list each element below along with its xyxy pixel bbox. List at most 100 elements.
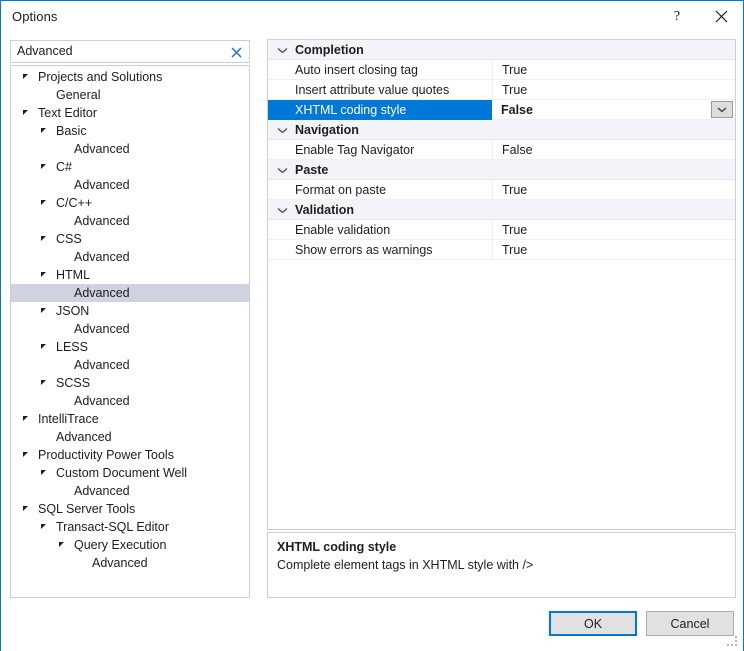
description-title: XHTML coding style — [277, 540, 397, 554]
tree-item-label: General — [56, 88, 101, 102]
chevron-down-icon — [717, 107, 727, 112]
property-value[interactable]: True — [492, 60, 735, 80]
property-name: Enable validation — [295, 223, 391, 237]
tree-item[interactable]: HTML — [11, 266, 249, 284]
tree-item[interactable]: Advanced — [11, 212, 249, 230]
tree-item[interactable]: SCSS — [11, 374, 249, 392]
tree-item-label: C# — [56, 160, 72, 174]
clear-search-icon[interactable] — [227, 43, 245, 61]
tree-item[interactable]: Advanced — [11, 320, 249, 338]
grid-property-row[interactable]: Format on paste True — [268, 180, 735, 200]
search-box[interactable] — [10, 40, 250, 63]
tree-expander-icon[interactable] — [21, 104, 30, 122]
tree-expander-icon[interactable] — [39, 302, 48, 320]
tree-item-label: Advanced — [74, 394, 130, 408]
grid-category-row[interactable]: Validation — [268, 200, 735, 220]
tree-item[interactable]: Advanced — [11, 356, 249, 374]
grid-property-row[interactable]: XHTML coding style False — [268, 100, 735, 120]
tree-item-label: Advanced — [74, 142, 130, 156]
grid-empty-area — [268, 260, 735, 529]
tree-item-label: Text Editor — [38, 106, 98, 120]
tree-expander-icon[interactable] — [39, 158, 48, 176]
chevron-down-icon[interactable] — [275, 200, 289, 220]
tree-item-label: Transact-SQL Editor — [56, 520, 170, 534]
tree-item[interactable]: General — [11, 86, 249, 104]
cancel-button[interactable]: Cancel — [646, 611, 734, 636]
property-value[interactable]: True — [492, 240, 735, 260]
grid-property-row[interactable]: Auto insert closing tag True — [268, 60, 735, 80]
tree-expander-icon[interactable] — [39, 374, 48, 392]
value-dropdown-button[interactable] — [711, 101, 733, 118]
property-name: Auto insert closing tag — [295, 63, 418, 77]
property-value[interactable]: True — [492, 180, 735, 200]
tree-expander-icon[interactable] — [39, 464, 48, 482]
tree-item[interactable]: Productivity Power Tools — [11, 446, 249, 464]
grid-category-row[interactable]: Paste — [268, 160, 735, 180]
property-name: Format on paste — [295, 183, 387, 197]
tree-expander-icon[interactable] — [39, 230, 48, 248]
tree-item[interactable]: CSS — [11, 230, 249, 248]
close-button[interactable] — [700, 1, 742, 32]
tree-item[interactable]: Advanced — [11, 392, 249, 410]
grid-property-row[interactable]: Enable Tag Navigator False — [268, 140, 735, 160]
tree-item[interactable]: Advanced — [11, 248, 249, 266]
close-x-icon — [231, 47, 241, 57]
tree-expander-icon[interactable] — [21, 410, 30, 428]
tree-item[interactable]: LESS — [11, 338, 249, 356]
tree-item-label: IntelliTrace — [38, 412, 99, 426]
tree-expander-icon[interactable] — [39, 122, 48, 140]
tree-item[interactable]: Advanced — [11, 482, 249, 500]
property-value[interactable]: False — [492, 140, 735, 160]
tree-item[interactable]: Basic — [11, 122, 249, 140]
tree-item-label: Advanced — [74, 214, 130, 228]
chevron-down-icon[interactable] — [275, 160, 289, 180]
tree-item-label: Basic — [56, 124, 87, 138]
tree-item[interactable]: Advanced — [11, 284, 249, 302]
property-value[interactable]: False — [492, 100, 735, 120]
property-value[interactable]: True — [492, 220, 735, 240]
tree-expander-icon[interactable] — [39, 194, 48, 212]
chevron-down-icon[interactable] — [275, 40, 289, 60]
tree-item[interactable]: JSON — [11, 302, 249, 320]
tree-item[interactable]: Advanced — [11, 554, 249, 572]
tree-item[interactable]: SQL Server Tools — [11, 500, 249, 518]
help-button[interactable]: ? — [656, 1, 698, 32]
tree-item[interactable]: C# — [11, 158, 249, 176]
grid-category-row[interactable]: Completion — [268, 40, 735, 60]
property-value[interactable]: True — [492, 80, 735, 100]
tree-item[interactable]: Text Editor — [11, 104, 249, 122]
tree-expander-icon[interactable] — [21, 446, 30, 464]
tree-expander-icon[interactable] — [39, 266, 48, 284]
chevron-down-icon[interactable] — [275, 120, 289, 140]
tree-expander-icon[interactable] — [21, 68, 30, 86]
tree-item-label: Advanced — [74, 484, 130, 498]
tree-item[interactable]: Query Execution — [11, 536, 249, 554]
tree-item[interactable]: Advanced — [11, 428, 249, 446]
tree-item[interactable]: Custom Document Well — [11, 464, 249, 482]
tree-item[interactable]: C/C++ — [11, 194, 249, 212]
tree-item[interactable]: Advanced — [11, 140, 249, 158]
ok-button[interactable]: OK — [549, 611, 637, 636]
property-grid[interactable]: Completion Auto insert closing tag True Ins… — [267, 39, 736, 530]
tree-item[interactable]: IntelliTrace — [11, 410, 249, 428]
tree-expander-icon[interactable] — [57, 536, 66, 554]
tree-item-label: Advanced — [92, 556, 148, 570]
tree-item-label: Productivity Power Tools — [38, 448, 174, 462]
tree-expander-icon[interactable] — [39, 338, 48, 356]
property-value-text: True — [502, 183, 528, 197]
property-value-text: True — [502, 223, 528, 237]
grid-category-row[interactable]: Navigation — [268, 120, 735, 140]
search-input[interactable] — [17, 44, 217, 58]
tree-expander-icon[interactable] — [39, 518, 48, 536]
grid-property-row[interactable]: Enable validation True — [268, 220, 735, 240]
grid-property-row[interactable]: Insert attribute value quotes True — [268, 80, 735, 100]
resize-grip[interactable] — [727, 636, 739, 648]
tree-item-label: HTML — [56, 268, 91, 282]
tree-item[interactable]: Advanced — [11, 176, 249, 194]
options-category-tree[interactable]: Projects and Solutions General Text Editor… — [10, 65, 250, 598]
grid-property-row[interactable]: Show errors as warnings True — [268, 240, 735, 260]
tree-expander-icon[interactable] — [21, 500, 30, 518]
tree-item-label: C/C++ — [56, 196, 93, 210]
tree-item[interactable]: Transact-SQL Editor — [11, 518, 249, 536]
tree-item[interactable]: Projects and Solutions — [11, 68, 249, 86]
